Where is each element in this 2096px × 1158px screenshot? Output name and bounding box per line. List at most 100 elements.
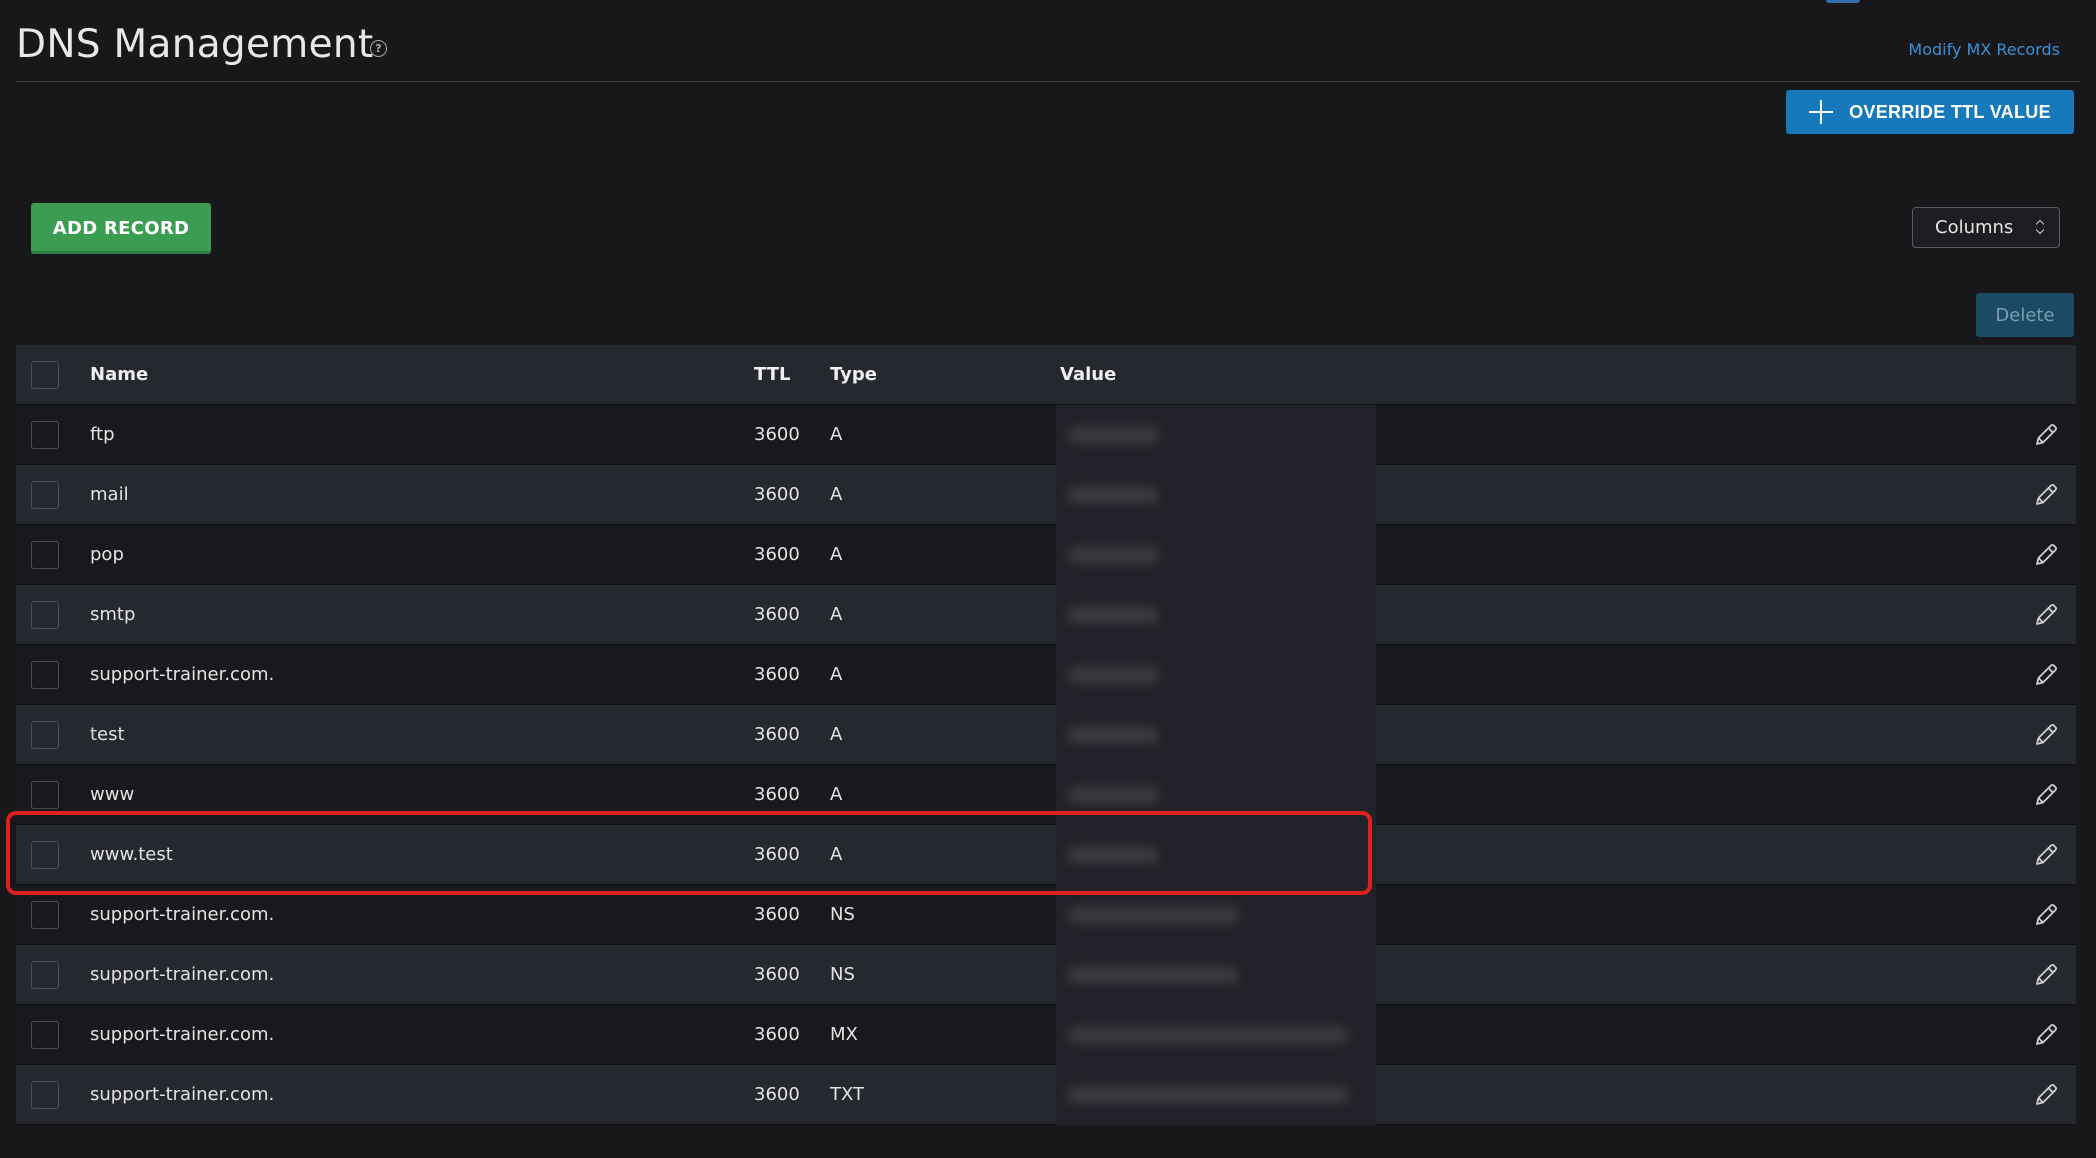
table-row[interactable]: www 3600 A <box>16 765 2076 825</box>
edit-pencil-icon[interactable] <box>2032 841 2060 869</box>
edit-pencil-icon[interactable] <box>2032 781 2060 809</box>
edit-pencil-icon[interactable] <box>2032 541 2060 569</box>
row-checkbox[interactable] <box>31 541 59 569</box>
record-value-redacted <box>1056 945 1376 1005</box>
edit-pencil-icon[interactable] <box>2032 721 2060 749</box>
record-ttl: 3600 <box>754 484 800 505</box>
record-ttl: 3600 <box>754 664 800 685</box>
table-row[interactable]: support-trainer.com. 3600 A <box>16 645 2076 705</box>
record-ttl: 3600 <box>754 604 800 625</box>
columns-select-label: Columns <box>1935 217 2014 238</box>
record-type: MX <box>830 1024 858 1045</box>
row-checkbox[interactable] <box>31 601 59 629</box>
table-body: ftp 3600 Amail 3600 Apop 3600 Asmtp 3600 Asuppor… <box>16 405 2076 1125</box>
edit-pencil-icon[interactable] <box>2032 961 2060 989</box>
record-ttl: 3600 <box>754 784 800 805</box>
record-name: pop <box>90 544 124 565</box>
record-type: A <box>830 844 843 865</box>
record-name: support-trainer.com. <box>90 964 275 985</box>
record-value-redacted <box>1056 645 1376 705</box>
record-ttl: 3600 <box>754 1084 800 1105</box>
record-name: support-trainer.com. <box>90 1084 275 1105</box>
dns-management-page: DNS Management ? Modify MX Records OVERR… <box>0 0 2096 1158</box>
table-row[interactable]: support-trainer.com. 3600 NS <box>16 885 2076 945</box>
select-arrows-icon <box>2037 219 2045 235</box>
table-row[interactable]: support-trainer.com. 3600 TXT <box>16 1065 2076 1125</box>
record-value-redacted <box>1056 525 1376 585</box>
table-row[interactable]: support-trainer.com. 3600 MX <box>16 1005 2076 1065</box>
record-type: A <box>830 544 843 565</box>
record-value-redacted <box>1056 465 1376 525</box>
record-type: A <box>830 604 843 625</box>
override-ttl-label: OVERRIDE TTL VALUE <box>1849 101 2051 122</box>
edit-pencil-icon[interactable] <box>2032 901 2060 929</box>
table-row[interactable]: www.test 3600 A <box>16 825 2076 885</box>
edit-pencil-icon[interactable] <box>2032 481 2060 509</box>
row-checkbox[interactable] <box>31 481 59 509</box>
row-checkbox[interactable] <box>31 961 59 989</box>
table-row[interactable]: test 3600 A <box>16 705 2076 765</box>
record-name: ftp <box>90 424 115 445</box>
select-all-checkbox[interactable] <box>31 361 59 389</box>
table-row[interactable]: ftp 3600 A <box>16 405 2076 465</box>
row-checkbox[interactable] <box>31 901 59 929</box>
column-header-type[interactable]: Type <box>830 364 877 385</box>
plus-icon <box>1809 100 1834 124</box>
record-type: A <box>830 724 843 745</box>
table-row[interactable]: mail 3600 A <box>16 465 2076 525</box>
record-type: TXT <box>830 1084 865 1105</box>
record-value-redacted <box>1056 1065 1376 1125</box>
record-ttl: 3600 <box>754 724 800 745</box>
question-circle-icon[interactable]: ? <box>370 40 387 57</box>
top-edge-link-fragment <box>1826 0 1860 3</box>
record-value-redacted <box>1056 1005 1376 1065</box>
record-type: A <box>830 664 843 685</box>
columns-select[interactable]: Columns <box>1912 207 2060 248</box>
record-ttl: 3600 <box>754 964 800 985</box>
column-header-ttl[interactable]: TTL <box>754 364 790 385</box>
row-checkbox[interactable] <box>31 661 59 689</box>
record-ttl: 3600 <box>754 844 800 865</box>
record-name: mail <box>90 484 129 505</box>
record-name: support-trainer.com. <box>90 664 275 685</box>
table-header-row: Name TTL Type Value <box>16 345 2076 405</box>
edit-pencil-icon[interactable] <box>2032 421 2060 449</box>
table-row[interactable]: support-trainer.com. 3600 NS <box>16 945 2076 1005</box>
record-ttl: 3600 <box>754 424 800 445</box>
record-name: test <box>90 724 125 745</box>
record-type: A <box>830 424 843 445</box>
record-value-redacted <box>1056 885 1376 945</box>
row-checkbox[interactable] <box>31 781 59 809</box>
row-checkbox[interactable] <box>31 1021 59 1049</box>
row-checkbox[interactable] <box>31 1081 59 1109</box>
table-row[interactable]: smtp 3600 A <box>16 585 2076 645</box>
column-header-name[interactable]: Name <box>90 364 148 385</box>
edit-pencil-icon[interactable] <box>2032 601 2060 629</box>
override-ttl-button[interactable]: OVERRIDE TTL VALUE <box>1786 90 2074 134</box>
record-value-redacted <box>1056 705 1376 765</box>
record-type: NS <box>830 964 855 985</box>
row-checkbox[interactable] <box>31 721 59 749</box>
delete-button[interactable]: Delete <box>1976 293 2074 337</box>
record-name: www <box>90 784 135 805</box>
record-name: support-trainer.com. <box>90 904 275 925</box>
row-checkbox[interactable] <box>31 421 59 449</box>
edit-pencil-icon[interactable] <box>2032 1081 2060 1109</box>
dns-records-table: Name TTL Type Value ftp 3600 Amail 3600 Apop… <box>16 345 2076 1125</box>
table-row[interactable]: pop 3600 A <box>16 525 2076 585</box>
column-header-value[interactable]: Value <box>1060 364 1116 385</box>
record-value-redacted <box>1056 405 1376 465</box>
record-ttl: 3600 <box>754 904 800 925</box>
record-type: NS <box>830 904 855 925</box>
modify-mx-records-link[interactable]: Modify MX Records <box>1908 40 2060 59</box>
record-type: A <box>830 784 843 805</box>
record-ttl: 3600 <box>754 1024 800 1045</box>
add-record-button[interactable]: ADD RECORD <box>31 203 211 254</box>
record-ttl: 3600 <box>754 544 800 565</box>
edit-pencil-icon[interactable] <box>2032 1021 2060 1049</box>
row-checkbox[interactable] <box>31 841 59 869</box>
header-divider <box>16 81 2080 82</box>
record-value-redacted <box>1056 585 1376 645</box>
record-value-redacted <box>1056 825 1376 885</box>
edit-pencil-icon[interactable] <box>2032 661 2060 689</box>
